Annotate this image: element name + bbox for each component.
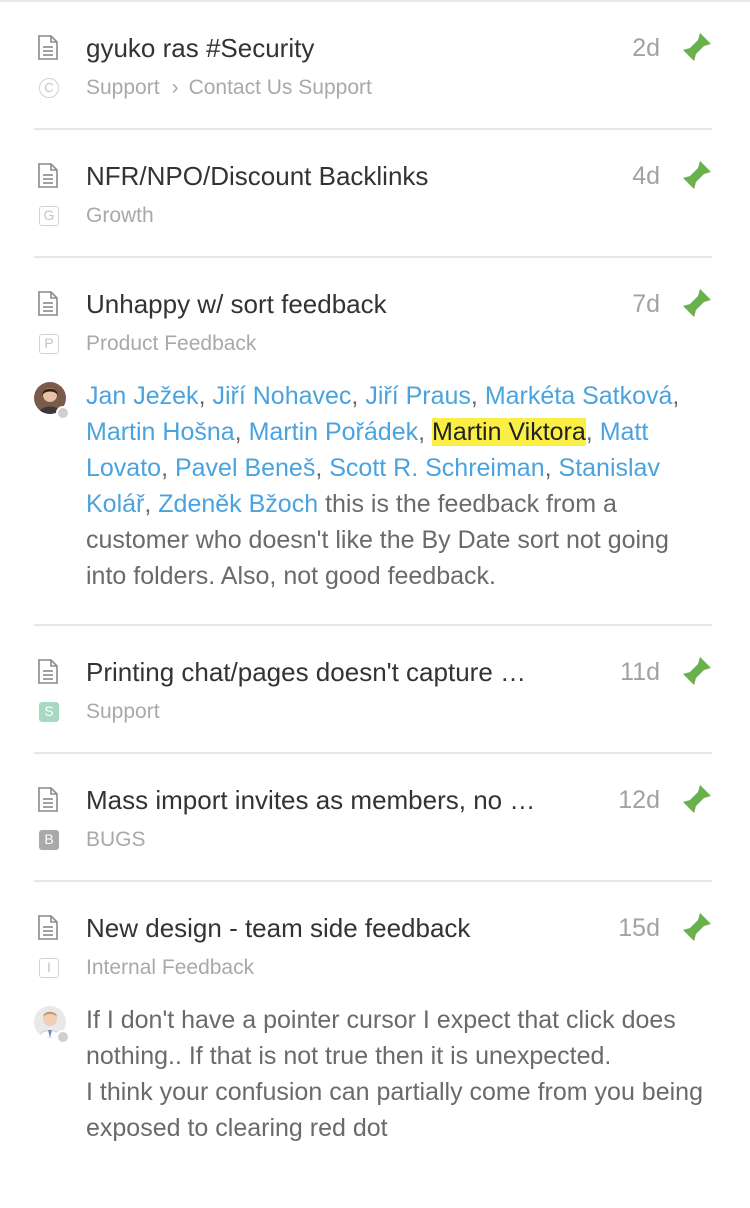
mention[interactable]: Jiří Praus [365, 382, 471, 410]
category-label[interactable]: Growth [86, 202, 154, 230]
item-title[interactable]: gyuko ras #Security [86, 30, 586, 66]
breadcrumb-item[interactable]: Contact Us Support [189, 76, 372, 99]
document-icon [38, 915, 58, 940]
comment: Jan Ježek, Jiří Nohavec, Jiří Praus, Mar… [34, 378, 712, 624]
category-label[interactable]: Support [86, 698, 160, 726]
document-icon [38, 163, 58, 188]
comment-line: I think your confusion can partially com… [86, 1078, 703, 1142]
list-item[interactable]: gyuko ras #Security 2d C Support › Contact… [34, 2, 712, 130]
item-age: 11d [620, 658, 660, 686]
list-item[interactable]: New design - team side feedback 15d I In… [34, 882, 712, 1176]
breadcrumb-item[interactable]: Support [86, 76, 160, 99]
presence-dot [56, 1030, 70, 1044]
pin-icon[interactable] [682, 912, 712, 942]
document-icon [38, 35, 58, 60]
item-age: 15d [618, 914, 660, 942]
mention[interactable]: Zdeněk Bžoch [158, 490, 318, 518]
category-badge: I [39, 958, 59, 978]
category-badge: P [39, 334, 59, 354]
item-category-row: I Internal Feedback [34, 948, 712, 1006]
pin-icon[interactable] [682, 288, 712, 318]
item-title[interactable]: Mass import invites as members, no … [86, 782, 586, 818]
item-title[interactable]: NFR/NPO/Discount Backlinks [86, 158, 586, 194]
mention[interactable]: Markéta Satková [485, 382, 673, 410]
list-item[interactable]: Unhappy w/ sort feedback 7d P Product Fe… [34, 258, 712, 626]
item-title[interactable]: Printing chat/pages doesn't capture … [86, 654, 586, 690]
pin-icon[interactable] [682, 656, 712, 686]
item-title-row: Printing chat/pages doesn't capture … 11… [34, 626, 712, 692]
list-item[interactable]: Printing chat/pages doesn't capture … 11… [34, 626, 712, 754]
chevron-right-icon: › [171, 76, 179, 99]
breadcrumb: Support › Contact Us Support [86, 74, 372, 102]
item-title-row: New design - team side feedback 15d [34, 882, 712, 948]
pin-icon[interactable] [682, 160, 712, 190]
category-badge: B [39, 830, 59, 850]
comment-line: If I don't have a pointer cursor I expec… [86, 1006, 676, 1070]
list-item[interactable]: NFR/NPO/Discount Backlinks 4d G Growth [34, 130, 712, 258]
item-age: 4d [632, 162, 660, 190]
category-label[interactable]: BUGS [86, 826, 146, 854]
list-item[interactable]: Mass import invites as members, no … 12d… [34, 754, 712, 882]
category-label[interactable]: Internal Feedback [86, 954, 254, 982]
category-label[interactable]: Product Feedback [86, 330, 256, 358]
item-title-row: NFR/NPO/Discount Backlinks 4d [34, 130, 712, 196]
item-age: 12d [618, 786, 660, 814]
comment-text: If I don't have a pointer cursor I expec… [86, 1002, 712, 1146]
mention[interactable]: Pavel Beneš [175, 454, 315, 482]
item-title[interactable]: New design - team side feedback [86, 910, 586, 946]
comment: If I don't have a pointer cursor I expec… [34, 1002, 712, 1176]
document-icon [38, 659, 58, 684]
comment-text: Jan Ježek, Jiří Nohavec, Jiří Praus, Mar… [86, 382, 680, 590]
category-badge: S [39, 702, 59, 722]
mention[interactable]: Martin Pořádek [249, 418, 419, 446]
item-category-row: G Growth [34, 196, 712, 254]
item-title-row: Mass import invites as members, no … 12d [34, 754, 712, 820]
pin-icon[interactable] [682, 32, 712, 62]
presence-dot [56, 406, 70, 420]
document-icon [38, 787, 58, 812]
item-age: 2d [632, 34, 660, 62]
category-badge: G [39, 206, 59, 226]
mention-highlighted[interactable]: Martin Viktora [432, 418, 586, 446]
document-icon [38, 291, 58, 316]
item-title-row: Unhappy w/ sort feedback 7d [34, 258, 712, 324]
item-title-row: gyuko ras #Security 2d [34, 2, 712, 68]
mention[interactable]: Jiří Nohavec [212, 382, 351, 410]
mention[interactable]: Scott R. Schreiman [329, 454, 544, 482]
category-badge: C [39, 78, 59, 98]
item-age: 7d [632, 290, 660, 318]
item-title[interactable]: Unhappy w/ sort feedback [86, 286, 586, 322]
item-category-row: C Support › Contact Us Support [34, 68, 712, 126]
conversation-list: gyuko ras #Security 2d C Support › Contact… [0, 2, 750, 1176]
item-category-row: S Support [34, 692, 712, 750]
item-category-row: B BUGS [34, 820, 712, 878]
mention[interactable]: Martin Hošna [86, 418, 235, 446]
pin-icon[interactable] [682, 784, 712, 814]
mention[interactable]: Jan Ježek [86, 382, 199, 410]
item-category-row: P Product Feedback [34, 324, 712, 382]
